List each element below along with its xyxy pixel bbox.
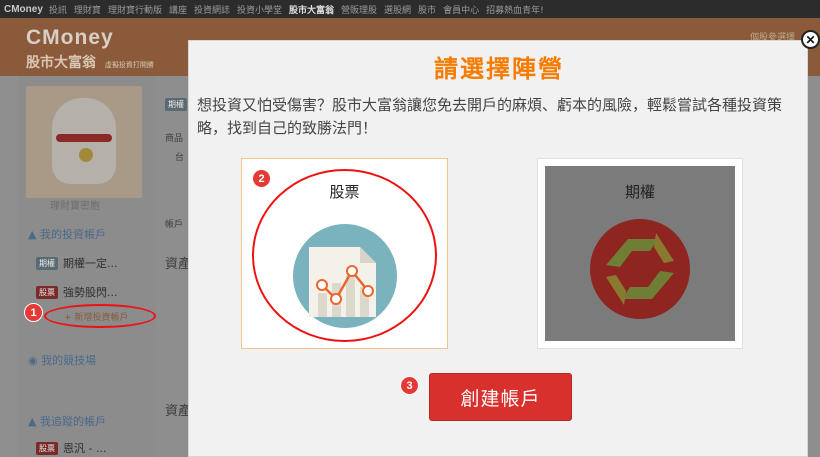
- user-icon: ▲: [28, 228, 37, 241]
- nav-item[interactable]: 投資網誌: [194, 3, 230, 16]
- close-icon[interactable]: ✕: [801, 30, 820, 49]
- stock-choice-card[interactable]: 股票 2: [241, 158, 448, 349]
- annotation-highlight-ellipse: [44, 304, 156, 328]
- create-account-button[interactable]: 創建帳戶: [429, 373, 572, 421]
- annotation-badge-2: 2: [252, 169, 271, 188]
- modal-title: 請選擇陣營: [434, 55, 564, 83]
- nav-item[interactable]: 營販理股: [341, 3, 377, 16]
- options-exchange-icon: [590, 219, 690, 319]
- lucky-cat-collar: [56, 134, 112, 142]
- my-accounts-heading[interactable]: ▲ 我的投資帳戶: [28, 226, 106, 242]
- bg-account-tag: 期權: [165, 98, 187, 111]
- options-choice-card[interactable]: 期權: [537, 158, 743, 349]
- brand-title[interactable]: CMoney: [26, 26, 114, 50]
- nav-item[interactable]: 理財寶: [74, 3, 101, 16]
- sidebar-account-item[interactable]: 股票 強勢股閃...: [36, 284, 118, 300]
- cmoney-logo[interactable]: CMoney: [4, 4, 43, 15]
- nav-item[interactable]: 理財寶行動版: [108, 3, 162, 16]
- nav-item[interactable]: 投資小學堂: [237, 3, 282, 16]
- brand-subtitle-small: 虛擬投資打開勝: [104, 61, 154, 69]
- brand-subtitle: 股市大富翁 虛擬投資打開勝: [26, 52, 154, 72]
- account-type-tag: 期權: [36, 256, 58, 270]
- annotation-badge-3: 3: [400, 376, 419, 395]
- modal-description: 想投資又怕受傷害？股市大富翁讓您免去開戶的麻煩、虧本的風險，輕鬆嘗試各種投資策略…: [197, 96, 783, 137]
- tracked-accounts-heading[interactable]: ▲ 我追蹤的帳戶: [28, 413, 106, 429]
- nav-item[interactable]: 股市: [418, 3, 436, 16]
- account-type-tag: 股票: [36, 441, 58, 455]
- brand-subtitle-text: 股市大富翁: [26, 55, 96, 71]
- lucky-cat-coin: [79, 148, 93, 162]
- nav-item[interactable]: 會員中心: [443, 3, 479, 16]
- my-accounts-label: 我的投資帳戶: [39, 228, 106, 241]
- tracked-account-item[interactable]: 股票 恩汎 - ...: [36, 440, 106, 456]
- shield-icon: ◉: [28, 354, 38, 367]
- annotation-highlight-circle: [252, 169, 437, 342]
- top-navigation: CMoney 投訊 理財寶 理財寶行動版 講座 投資網誌 投資小學堂 股市大富翁…: [0, 0, 820, 18]
- account-name: 恩汎 - ...: [63, 442, 107, 455]
- nav-item[interactable]: 講座: [169, 3, 187, 16]
- user-icon: ▲: [28, 415, 37, 428]
- bg-field-label: 商品: [165, 134, 184, 144]
- bg-tab-label[interactable]: 帳戶: [165, 217, 183, 230]
- tracked-label: 我追蹤的帳戶: [39, 415, 106, 428]
- choose-camp-modal: 請選擇陣營 想投資又怕受傷害？股市大富翁讓您免去開戶的麻煩、虧本的風險，輕鬆嘗試…: [188, 40, 808, 457]
- bg-field-value: 台: [175, 153, 185, 163]
- sidebar-account-item[interactable]: 期權 期權一定...: [36, 255, 118, 271]
- account-type-tag: 股票: [36, 285, 58, 299]
- account-name: 期權一定...: [63, 257, 118, 270]
- annotation-badge-1: 1: [24, 303, 43, 322]
- competition-label: 我的競技場: [41, 354, 97, 367]
- avatar-caption: 理財寶密胞: [50, 201, 100, 212]
- nav-item[interactable]: 投訊: [49, 3, 67, 16]
- nav-item[interactable]: 選股網: [384, 3, 411, 16]
- nav-item-active[interactable]: 股市大富翁: [289, 3, 334, 16]
- account-name: 強勢股閃...: [63, 286, 118, 299]
- competition-link[interactable]: ◉ 我的競技場: [28, 352, 96, 368]
- nav-item[interactable]: 招募熱血青年!: [486, 3, 544, 16]
